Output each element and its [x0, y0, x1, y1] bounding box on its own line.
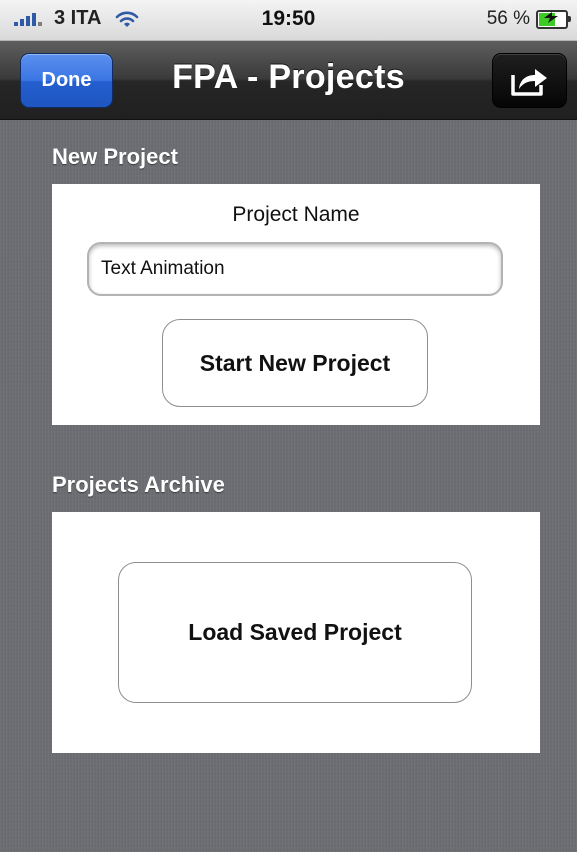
projects-archive-panel: Load Saved Project	[52, 512, 540, 753]
share-button[interactable]	[492, 53, 567, 108]
project-name-input[interactable]	[87, 242, 503, 296]
section-header-new-project: New Project	[52, 144, 178, 169]
status-right: 56 %	[486, 8, 571, 30]
battery-charging-icon	[536, 9, 571, 29]
new-project-panel: Project Name Start New Project	[52, 184, 540, 425]
battery-percentage: 56 %	[486, 8, 530, 29]
done-button[interactable]: Done	[20, 53, 113, 108]
section-header-projects-archive: Projects Archive	[52, 472, 225, 497]
status-bar: 3 ITA 19:50 56 %	[0, 0, 577, 41]
content-area: New Project Project Name Start New Proje…	[0, 120, 577, 852]
page-title: FPA - Projects	[172, 58, 405, 96]
start-new-project-button[interactable]: Start New Project	[162, 319, 428, 407]
navigation-bar: Done FPA - Projects	[0, 41, 577, 120]
load-saved-project-button[interactable]: Load Saved Project	[118, 562, 472, 703]
project-name-label: Project Name	[232, 203, 360, 226]
share-icon	[510, 68, 547, 96]
app-screen: 3 ITA 19:50 56 % Done FPA - Projects New…	[0, 0, 577, 852]
